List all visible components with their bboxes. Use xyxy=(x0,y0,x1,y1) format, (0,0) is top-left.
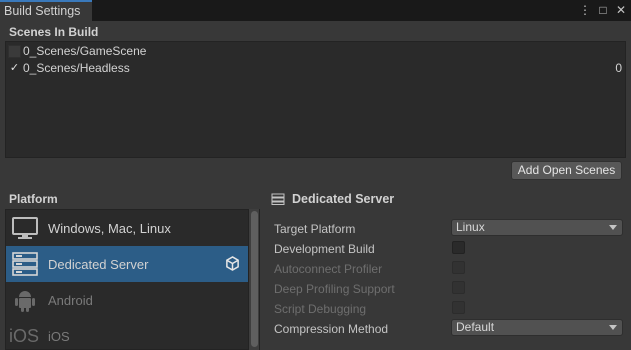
scrollbar-thumb[interactable] xyxy=(251,211,258,347)
scene-index: 0 xyxy=(615,61,622,75)
autoconnect-profiler-label: Autoconnect Profiler xyxy=(274,262,383,276)
platform-list-scrollbar[interactable] xyxy=(248,209,259,350)
scene-row[interactable]: ✓ 0_Scenes/Headless 0 xyxy=(6,60,625,77)
tab-build-settings[interactable]: Build Settings xyxy=(0,0,92,21)
development-build-checkbox[interactable] xyxy=(452,241,465,254)
compression-method-label: Compression Method xyxy=(274,322,389,336)
more-options-icon[interactable]: ⋮ xyxy=(579,3,591,17)
platform-item-android[interactable]: Android xyxy=(6,282,248,318)
platform-item-label: Dedicated Server xyxy=(48,257,149,272)
target-platform-value: Linux xyxy=(456,220,485,234)
scene-row[interactable]: 0_Scenes/GameScene xyxy=(6,43,625,60)
compression-method-dropdown[interactable]: Default xyxy=(451,319,623,336)
platform-item-ios[interactable]: iOS iOS xyxy=(6,318,248,349)
target-platform-label: Target Platform xyxy=(274,222,356,236)
server-icon xyxy=(12,252,38,276)
ios-icon: iOS xyxy=(9,326,40,346)
platform-label: Platform xyxy=(9,192,58,206)
scene-name: 0_Scenes/Headless xyxy=(23,61,130,75)
scene-include-checkbox[interactable] xyxy=(8,45,21,58)
scenes-in-build-label: Scenes In Build xyxy=(9,25,99,39)
platform-item-dedicated-server[interactable]: Dedicated Server xyxy=(6,246,248,282)
script-debugging-label: Script Debugging xyxy=(274,302,367,316)
platform-item-windows-mac-linux[interactable]: Windows, Mac, Linux xyxy=(6,210,248,246)
window-controls: ⋮ □ ✕ xyxy=(579,3,627,17)
platform-settings-header: Dedicated Server xyxy=(271,192,394,206)
server-icon xyxy=(271,193,285,205)
close-icon[interactable]: ✕ xyxy=(615,3,627,17)
scenes-list[interactable]: 0_Scenes/GameScene ✓ 0_Scenes/Headless 0 xyxy=(5,41,626,158)
window-tab-bar: Build Settings ⋮ □ ✕ xyxy=(0,0,631,21)
scene-name: 0_Scenes/GameScene xyxy=(23,44,147,58)
development-build-label: Development Build xyxy=(274,242,375,256)
platform-item-label: Android xyxy=(48,293,93,308)
unity-logo-icon xyxy=(226,256,239,271)
target-platform-dropdown[interactable]: Linux xyxy=(451,219,623,236)
monitor-icon xyxy=(12,217,38,239)
add-open-scenes-button[interactable]: Add Open Scenes xyxy=(511,161,622,180)
deep-profiling-label: Deep Profiling Support xyxy=(274,282,395,296)
chevron-down-icon xyxy=(609,225,617,230)
platform-item-label: iOS xyxy=(48,329,70,344)
compression-method-value: Default xyxy=(456,320,495,334)
script-debugging-checkbox[interactable] xyxy=(452,301,465,314)
scene-include-checkbox[interactable]: ✓ xyxy=(8,62,21,75)
autoconnect-profiler-checkbox[interactable] xyxy=(452,261,465,274)
maximize-icon[interactable]: □ xyxy=(597,3,609,17)
android-icon xyxy=(15,291,35,312)
chevron-down-icon xyxy=(609,325,617,330)
deep-profiling-checkbox[interactable] xyxy=(452,281,465,294)
platform-item-label: Windows, Mac, Linux xyxy=(48,221,171,236)
platform-list[interactable]: Windows, Mac, Linux Dedicated Server And… xyxy=(5,209,260,350)
platform-settings-title: Dedicated Server xyxy=(292,192,395,206)
